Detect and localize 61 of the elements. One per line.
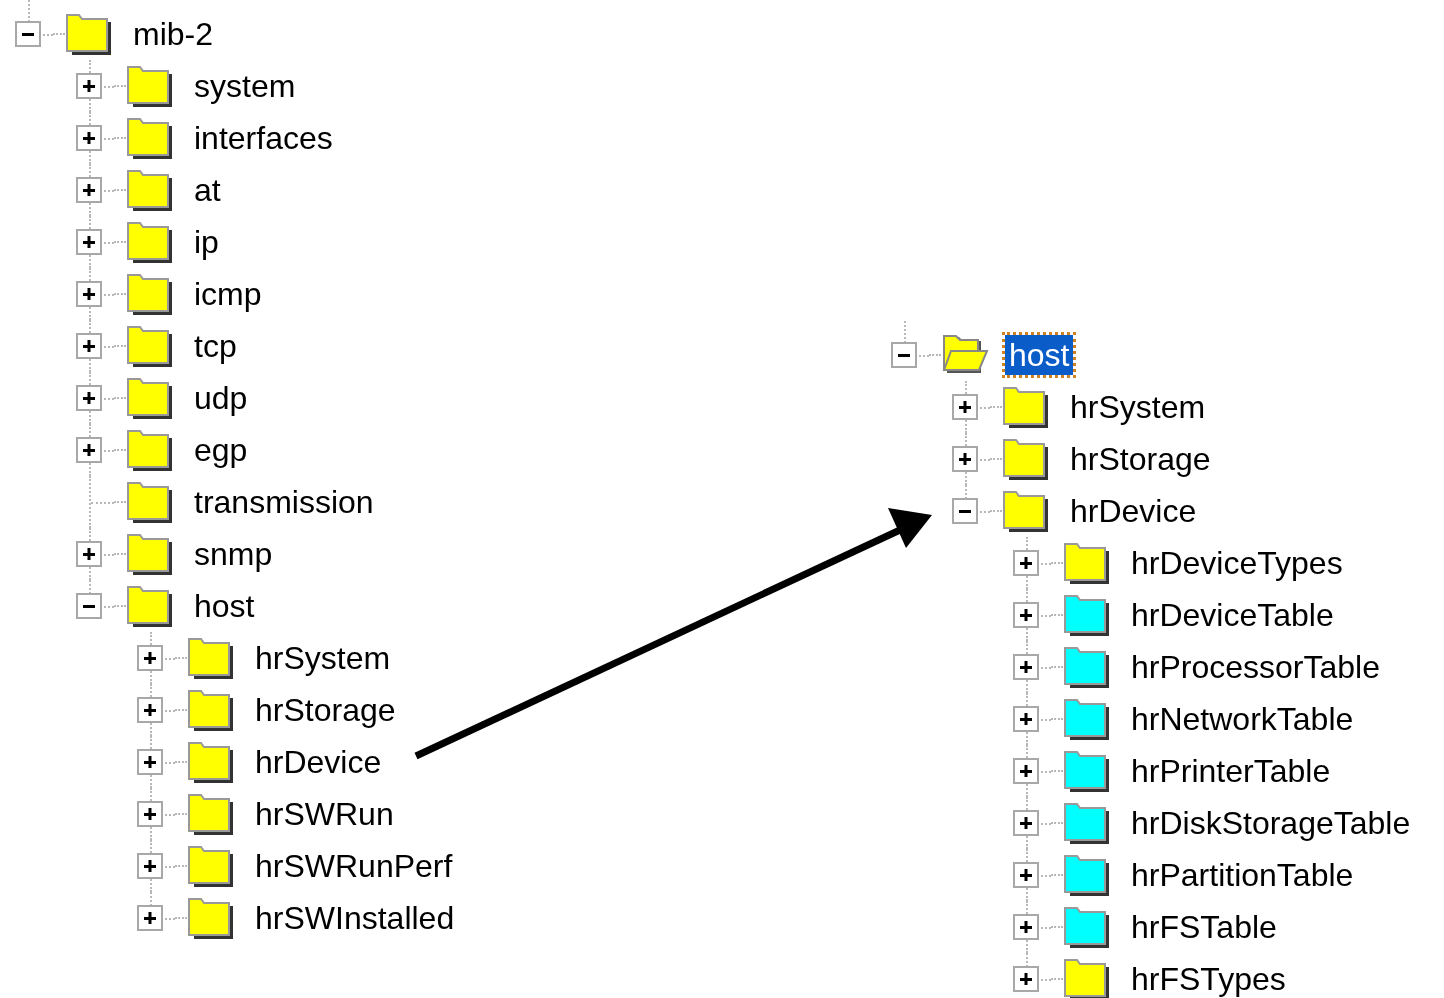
tree-item[interactable]: egp	[190, 430, 252, 470]
tree-item[interactable]: hrSWInstalled	[251, 898, 459, 938]
tree-item[interactable]: hrPrinterTable	[1127, 751, 1335, 791]
tree-item[interactable]: tcp	[190, 326, 241, 366]
expand-toggle[interactable]	[76, 177, 102, 203]
expand-toggle[interactable]	[76, 125, 102, 151]
tree-item[interactable]: hrNetworkTable	[1127, 699, 1358, 739]
tree-item[interactable]: hrFSTable	[1127, 907, 1281, 947]
expand-toggle[interactable]	[1013, 654, 1039, 680]
expand-toggle[interactable]	[76, 437, 102, 463]
expand-toggle[interactable]	[137, 749, 163, 775]
tree-item[interactable]: at	[190, 170, 225, 210]
tree-item[interactable]: hrDiskStorageTable	[1127, 803, 1415, 843]
tree-item[interactable]: transmission	[190, 482, 378, 522]
tree-item[interactable]: mib-2	[129, 14, 217, 54]
tree-item[interactable]: hrDeviceTable	[1127, 595, 1338, 635]
expand-toggle[interactable]	[76, 385, 102, 411]
expand-toggle[interactable]	[76, 281, 102, 307]
tree-item[interactable]: hrSystem	[1066, 387, 1210, 427]
tree-item[interactable]: system	[190, 66, 300, 106]
expand-toggle[interactable]	[1013, 862, 1039, 888]
expand-toggle[interactable]	[76, 333, 102, 359]
expand-toggle[interactable]	[1013, 706, 1039, 732]
tree-item[interactable]: hrSWRunPerf	[251, 846, 457, 886]
expand-toggle[interactable]	[1013, 810, 1039, 836]
collapse-toggle[interactable]	[952, 498, 978, 524]
collapse-toggle[interactable]	[76, 593, 102, 619]
expand-toggle[interactable]	[137, 697, 163, 723]
tree-item[interactable]: hrPartitionTable	[1127, 855, 1358, 895]
expand-toggle[interactable]	[76, 541, 102, 567]
tree-item[interactable]: hrDevice	[251, 742, 386, 782]
expand-toggle[interactable]	[1013, 914, 1039, 940]
expand-toggle[interactable]	[137, 905, 163, 931]
expand-toggle[interactable]	[1013, 550, 1039, 576]
collapse-toggle[interactable]	[15, 21, 41, 47]
tree-item[interactable]: snmp	[190, 534, 277, 574]
expand-toggle[interactable]	[1013, 758, 1039, 784]
tree-item[interactable]: hrDeviceTypes	[1127, 543, 1347, 583]
tree-item[interactable]: hrSystem	[251, 638, 395, 678]
expand-toggle[interactable]	[137, 801, 163, 827]
expand-toggle[interactable]	[76, 229, 102, 255]
tree-item[interactable]: hrStorage	[1066, 439, 1215, 479]
expand-toggle[interactable]	[952, 446, 978, 472]
tree-item[interactable]: ip	[190, 222, 223, 262]
expand-toggle[interactable]	[137, 853, 163, 879]
tree-item[interactable]: host	[190, 586, 259, 626]
tree-item[interactable]: hrStorage	[251, 690, 400, 730]
expand-toggle[interactable]	[137, 645, 163, 671]
collapse-toggle[interactable]	[891, 342, 917, 368]
tree-item[interactable]: host	[1005, 335, 1074, 375]
tree-item[interactable]: icmp	[190, 274, 266, 314]
expand-toggle[interactable]	[1013, 966, 1039, 992]
expand-toggle[interactable]	[952, 394, 978, 420]
expand-toggle[interactable]	[1013, 602, 1039, 628]
tree-item[interactable]: udp	[190, 378, 252, 418]
tree-item[interactable]: hrProcessorTable	[1127, 647, 1384, 687]
expand-toggle[interactable]	[76, 73, 102, 99]
tree-item[interactable]: hrSWRun	[251, 794, 398, 834]
tree-item[interactable]: hrDevice	[1066, 491, 1201, 531]
tree-item[interactable]: hrFSTypes	[1127, 959, 1290, 998]
tree-item[interactable]: interfaces	[190, 118, 337, 158]
